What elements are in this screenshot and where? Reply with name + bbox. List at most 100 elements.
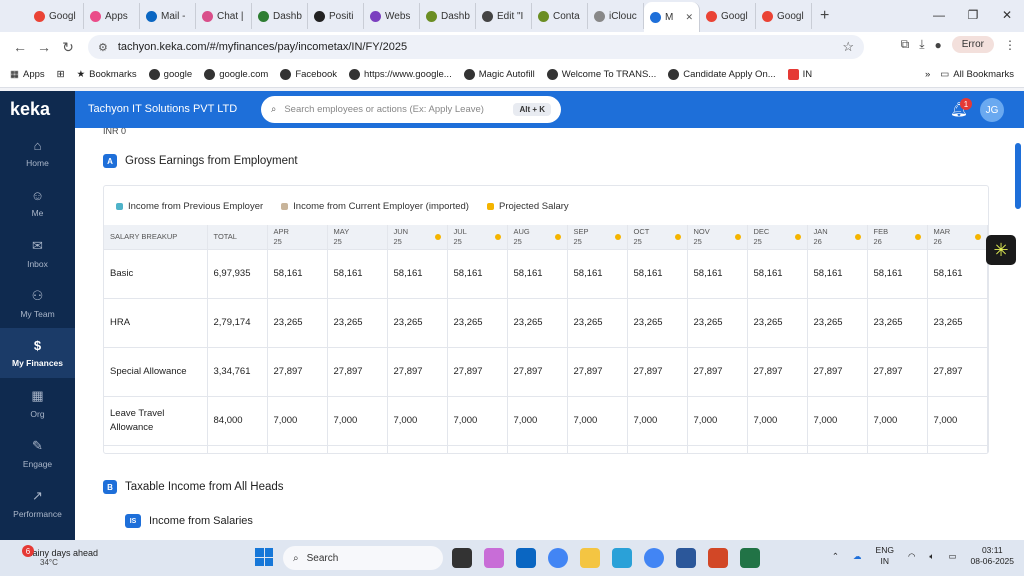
browser-tab[interactable]: Positi [308,3,364,29]
table-cell: 1,16,323 [627,444,688,453]
outlook-icon[interactable] [516,548,536,568]
wifi-icon[interactable]: ◠ [908,551,915,562]
browser-tab[interactable]: iClouc [588,3,644,29]
sidebar-item-my-team[interactable]: ⚇ My Team [0,278,75,328]
menu-icon[interactable]: ⋮ [1004,38,1016,52]
browser-tab[interactable]: Dashb [420,3,476,29]
browser-tab[interactable]: Conta [532,3,588,29]
scrollbar[interactable] [1015,143,1021,209]
assistant-widget-icon[interactable]: ✳ [986,235,1016,265]
word-icon[interactable] [676,548,696,568]
close-icon[interactable]: ✕ [990,0,1024,30]
taskbar-search[interactable]: ⌕ Search [283,546,443,570]
browser-tab[interactable]: Googl [700,3,756,29]
table-cell: 1,16,323 [927,444,988,453]
back-icon[interactable]: ← [8,39,32,55]
main-content: INR 0 A Gross Earnings from Employment I… [75,128,1024,540]
all-bookmarks[interactable]: ▭ All Bookmarks [940,69,1014,80]
browser-tab[interactable]: Dashb [252,3,308,29]
extensions-icon[interactable]: ⧉ [901,37,910,52]
sidebar-item-org[interactable]: ▦ Org [0,378,75,428]
volume-icon[interactable]: 🔈︎ [929,551,934,562]
browser-tab[interactable]: Webs [364,3,420,29]
minimize-icon[interactable]: — [922,0,956,30]
header-month: SEP 25 [567,225,628,249]
windows-start-icon[interactable] [255,548,273,566]
bookmark-candidate[interactable]: Candidate Apply On... [668,69,776,80]
bookmark-in[interactable]: IN [787,69,812,80]
taskbar-apps [452,548,760,568]
bookmark-facebook[interactable]: Facebook [280,69,337,80]
legend-label: Projected Salary [498,201,569,212]
download-icon[interactable]: ⤓ [919,37,924,52]
forward-icon[interactable]: → [32,39,56,55]
file-explorer-icon[interactable] [580,548,600,568]
bookmark-welcome[interactable]: Welcome To TRANS... [546,69,656,80]
table-cell: 23,265 [687,297,748,347]
table-cell: 23,265 [327,297,388,347]
bookmarks-bar: ▦ Apps ⊞ ★ Bookmarks google google.com Fac… [0,62,1024,88]
task-view-icon[interactable] [452,548,472,568]
chrome-icon[interactable] [548,548,568,568]
browser-tab[interactable]: M ✕ [644,2,700,32]
section-a-title: Gross Earnings from Employment [125,155,298,167]
sidebar-item-performance[interactable]: ↗ Performance [0,478,75,528]
error-button[interactable]: Error [951,36,994,53]
onedrive-icon[interactable]: ☁ [853,551,862,562]
edge-icon[interactable] [612,548,632,568]
profile-icon[interactable]: ● [935,38,942,52]
browser-tab[interactable]: Googl [28,3,84,29]
bookmark-google[interactable]: google [148,69,192,80]
tab-title: Dashb [441,10,470,22]
more-bookmarks-icon[interactable]: » [925,69,930,80]
browser-tab[interactable]: Chat | [196,3,252,29]
copilot-icon[interactable] [484,548,504,568]
restore-icon[interactable]: ❐ [956,0,990,30]
chevron-up-icon[interactable]: ⌃ [832,551,839,562]
bookmark-label: https://www.google... [364,69,452,80]
keka-logo[interactable]: keka [0,91,75,128]
battery-icon[interactable]: ▭ [948,551,956,562]
sidebar-item-engage[interactable]: ✎ Engage [0,428,75,478]
header-month: OCT 25 [627,225,688,249]
avatar[interactable]: JG [980,98,1004,122]
browser-tab[interactable]: Apps [84,3,140,29]
clock[interactable]: 03:11 08-06-2025 [971,545,1014,567]
browser-tab[interactable]: Mail - [140,3,196,29]
bookmark-apps[interactable]: ▦ Apps [10,69,45,80]
header-month: JAN 26 [807,225,868,249]
global-search-input[interactable]: ⌕ Search employees or actions (Ex: Apply… [261,96,561,123]
tab-close-icon[interactable]: ✕ [685,12,693,23]
address-bar[interactable]: ⚙ tachyon.keka.com/#/myfinances/pay/inco… [88,35,864,59]
weather-text: Rainy days ahead [26,548,99,558]
temperature: 34°C [40,558,58,567]
month-year: 25 [573,236,582,246]
app-header: keka Tachyon IT Solutions PVT LTD ⌕ Sear… [0,91,1024,128]
language-indicator[interactable]: ENG IN [876,545,894,567]
section-a-header: A Gross Earnings from Employment [103,154,298,168]
sidebar-item-me[interactable]: ☺ Me [0,178,75,228]
bookmark-bookmarks[interactable]: ★ Bookmarks [77,69,137,80]
sidebar-item-label: Inbox [27,258,48,269]
bookmark-google-com[interactable]: google.com [204,69,268,80]
chrome-active-icon[interactable] [644,548,664,568]
browser-tab[interactable]: Edit "I [476,3,532,29]
excel-icon[interactable] [740,548,760,568]
sidebar-item-home[interactable]: ⌂ Home [0,128,75,178]
powerpoint-icon[interactable] [708,548,728,568]
section-b-title: Taxable Income from All Heads [125,481,284,493]
bookmark-magic-autofill[interactable]: Magic Autofill [463,69,535,80]
month-year: 26 [873,236,882,246]
sidebar-item-my-finances[interactable]: $ My Finances [0,328,75,378]
bookmark-google-link[interactable]: https://www.google... [349,69,452,80]
browser-tab[interactable]: Googl [756,3,812,29]
reload-icon[interactable]: ↻ [56,39,80,56]
sidebar-item-inbox[interactable]: ✉ Inbox [0,228,75,278]
weather-widget[interactable]: 6 Rainy days ahead 34°C [10,545,98,567]
tab-search-icon[interactable]: ⊞ [57,69,65,80]
taskbar-search-label: Search [306,552,339,564]
new-tab-icon[interactable]: + [820,7,829,25]
income-from-salaries-header: IS Income from Salaries [125,514,253,528]
bookmark-star-icon[interactable]: ☆ [842,39,854,55]
site-info-icon[interactable]: ⚙ [98,41,108,54]
